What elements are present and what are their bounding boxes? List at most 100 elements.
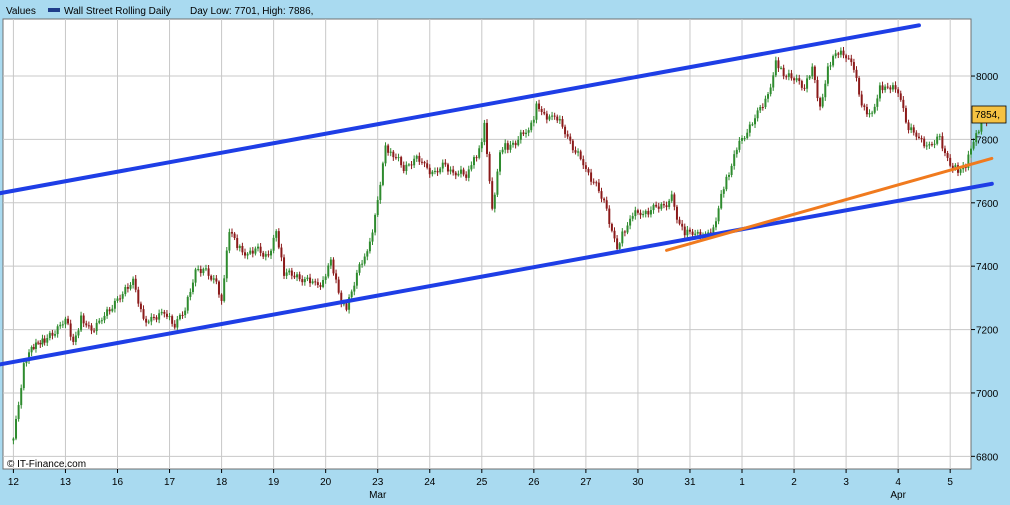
candle-down <box>886 86 889 88</box>
candle-down <box>564 126 567 135</box>
candle-down <box>293 275 296 278</box>
candle-up <box>670 194 673 201</box>
candle-up <box>621 231 624 244</box>
candle-up <box>970 148 972 155</box>
candle-down <box>556 116 559 121</box>
candle-down <box>639 212 642 216</box>
candle-down <box>319 285 322 287</box>
candle-up <box>272 237 275 251</box>
candle-down <box>309 277 312 284</box>
candle-down <box>392 151 395 158</box>
candle-down <box>688 229 691 232</box>
candle-down <box>420 161 423 163</box>
candle-down <box>587 168 590 173</box>
candle-down <box>85 323 88 326</box>
candle-up <box>303 279 306 283</box>
candle-up <box>725 176 728 190</box>
candle-up <box>652 204 655 211</box>
candle-up <box>933 143 936 145</box>
candle-up <box>509 144 512 150</box>
candle-up <box>178 314 181 320</box>
candle-down <box>561 119 564 127</box>
candle-up <box>720 193 723 209</box>
candle-up <box>735 149 738 155</box>
candle-down <box>904 108 907 123</box>
candle-up <box>212 278 215 280</box>
candle-down <box>332 259 335 274</box>
candle-down <box>837 53 840 55</box>
candle-down <box>613 230 616 239</box>
candle-up <box>829 65 832 67</box>
candle-up <box>504 143 507 150</box>
candle-up <box>124 287 127 295</box>
candle-down <box>777 60 780 69</box>
candle-up <box>910 127 913 131</box>
x-tick-label: 13 <box>60 477 72 488</box>
candle-up <box>329 259 332 266</box>
candle-up <box>379 184 382 201</box>
candle-down <box>842 50 845 56</box>
candle-down <box>675 206 678 220</box>
candle-up <box>871 112 874 114</box>
candle-down <box>90 325 93 331</box>
candle-down <box>298 274 301 280</box>
candle-up <box>787 73 790 77</box>
candle-down <box>636 210 639 213</box>
candle-down <box>647 210 650 215</box>
candle-down <box>678 219 681 224</box>
candle-up <box>113 300 116 309</box>
candle-down <box>436 170 439 173</box>
legend-series-swatch <box>48 8 60 12</box>
candle-down <box>907 122 910 131</box>
candle-up <box>764 98 767 108</box>
candle-down <box>514 142 517 146</box>
candle-down <box>259 246 262 253</box>
candle-down <box>217 281 220 295</box>
candle-down <box>72 336 75 342</box>
candle-up <box>350 291 353 298</box>
candle-up <box>77 330 80 336</box>
candle-down <box>569 136 572 141</box>
candle-up <box>186 296 189 311</box>
candle-down <box>210 275 213 280</box>
candle-up <box>160 311 163 314</box>
x-tick-label: 19 <box>268 477 280 488</box>
candle-up <box>246 253 249 256</box>
candle-up <box>501 149 504 153</box>
candle-up <box>103 315 106 321</box>
candle-up <box>808 76 811 79</box>
candle-down <box>889 87 892 90</box>
candle-down <box>538 103 541 110</box>
candle-down <box>592 181 595 183</box>
candle-up <box>876 98 879 107</box>
candle-up <box>806 78 809 89</box>
candle-up <box>189 291 192 297</box>
candle-up <box>361 263 364 265</box>
candle-up <box>306 277 309 280</box>
candle-down <box>819 98 822 107</box>
candle-up <box>257 246 260 249</box>
candle-down <box>171 316 174 324</box>
candle-up <box>938 136 941 138</box>
candle-up <box>184 310 187 316</box>
candle-down <box>283 257 286 276</box>
candle-up <box>275 231 278 238</box>
candle-up <box>767 94 770 99</box>
candle-up <box>631 216 634 219</box>
candle-down <box>803 87 806 89</box>
candle-up <box>12 438 15 441</box>
candle-up <box>176 319 179 328</box>
candle-up <box>20 388 23 406</box>
candle-down <box>387 145 390 153</box>
candle-up <box>158 313 161 320</box>
candle-up <box>202 268 205 274</box>
candle-down <box>574 150 577 153</box>
candle-down <box>165 313 168 317</box>
last-price-tag: 7854, <box>971 105 1007 124</box>
candle-up <box>878 85 881 99</box>
candle-up <box>769 87 772 95</box>
candle-up <box>95 322 98 332</box>
candle-up <box>728 174 730 177</box>
candle-up <box>748 124 751 133</box>
y-tick-label: 6800 <box>976 452 999 463</box>
